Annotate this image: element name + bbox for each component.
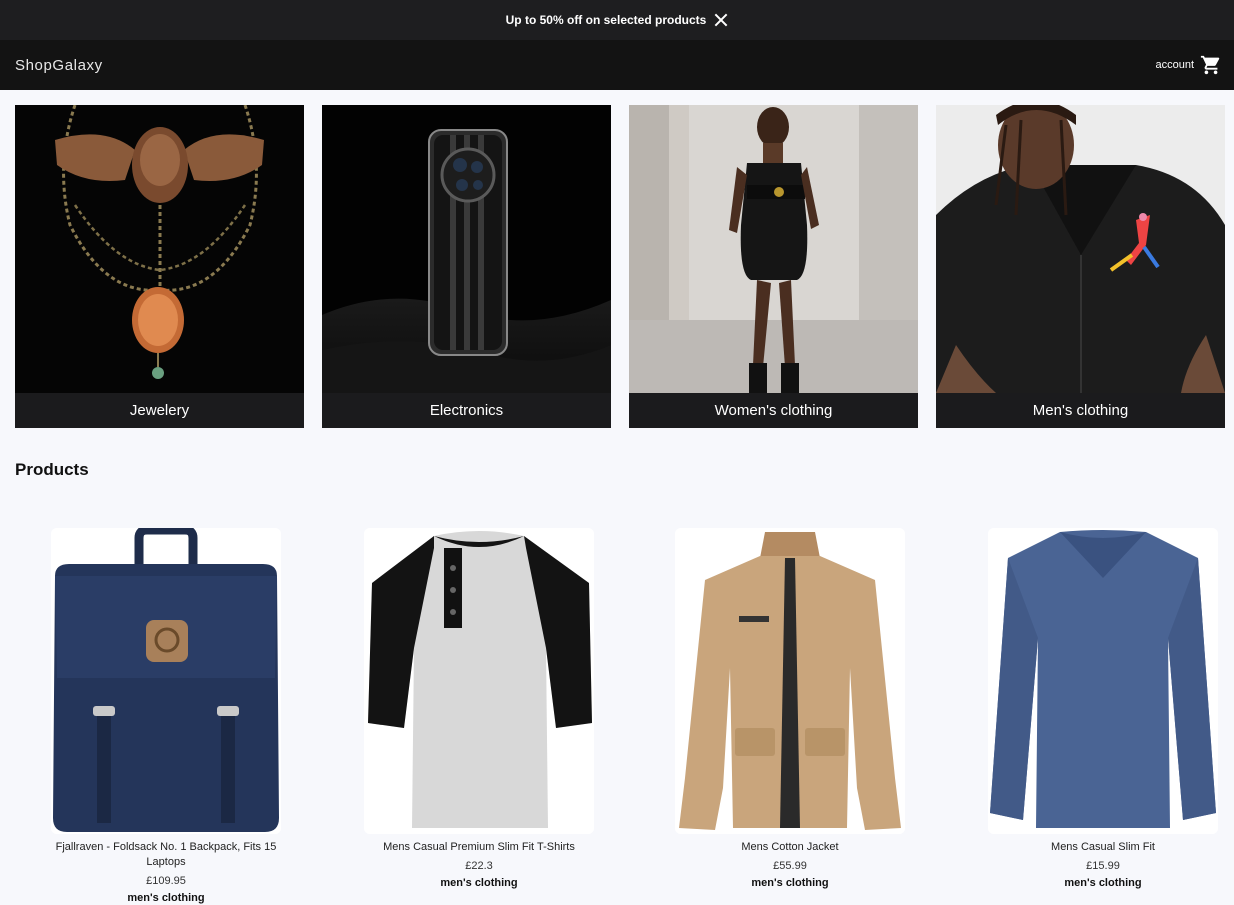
product-card[interactable]: Mens Casual Slim Fit £15.99 men's clothi… bbox=[988, 528, 1218, 889]
jewelery-image bbox=[15, 105, 304, 393]
product-price: £15.99 bbox=[1086, 860, 1120, 872]
longsleeve-image bbox=[988, 528, 1218, 834]
products-heading: Products bbox=[15, 460, 89, 479]
product-category: men's clothing bbox=[127, 892, 205, 904]
header-actions: account bbox=[1155, 54, 1222, 76]
category-card-mens-clothing[interactable]: Men's clothing bbox=[936, 105, 1225, 428]
product-title: Mens Cotton Jacket bbox=[741, 841, 839, 853]
promo-banner: Up to 50% off on selected products bbox=[0, 0, 1234, 40]
category-card-womens-clothing[interactable]: Women's clothing bbox=[629, 105, 918, 428]
close-icon[interactable] bbox=[714, 13, 728, 27]
electronics-image bbox=[322, 105, 611, 393]
backpack-image bbox=[51, 528, 281, 834]
site-logo[interactable]: ShopGalaxy bbox=[15, 57, 103, 74]
category-label: Women's clothing bbox=[629, 393, 918, 428]
category-grid: Jewelery Electronics Women's clothing Me… bbox=[15, 105, 1225, 428]
category-label: Electronics bbox=[322, 393, 611, 428]
womens-clothing-image bbox=[629, 105, 918, 393]
product-category: men's clothing bbox=[1064, 877, 1142, 889]
product-category: men's clothing bbox=[440, 877, 518, 889]
promo-text: Up to 50% off on selected products bbox=[505, 13, 707, 27]
product-price: £55.99 bbox=[773, 860, 807, 872]
tshirt-image bbox=[364, 528, 594, 834]
category-label: Men's clothing bbox=[936, 393, 1225, 428]
jacket-image bbox=[675, 528, 905, 834]
category-label: Jewelery bbox=[15, 393, 304, 428]
mens-clothing-image bbox=[936, 105, 1225, 393]
product-category: men's clothing bbox=[751, 877, 829, 889]
product-card[interactable]: Mens Casual Premium Slim Fit T-Shirts £2… bbox=[364, 528, 594, 889]
product-title: Mens Casual Slim Fit bbox=[1051, 841, 1155, 853]
product-card[interactable]: Mens Cotton Jacket £55.99 men's clothing bbox=[675, 528, 905, 889]
product-title: Mens Casual Premium Slim Fit T-Shirts bbox=[383, 841, 575, 853]
product-card[interactable]: Fjallraven - Foldsack No. 1 Backpack, Fi… bbox=[51, 528, 281, 904]
site-header: ShopGalaxy account bbox=[0, 40, 1234, 90]
product-price: £109.95 bbox=[146, 875, 186, 887]
account-link[interactable]: account bbox=[1155, 59, 1194, 71]
category-card-jewelery[interactable]: Jewelery bbox=[15, 105, 304, 428]
category-card-electronics[interactable]: Electronics bbox=[322, 105, 611, 428]
shopping-cart-icon[interactable] bbox=[1200, 54, 1222, 76]
product-title: Fjallraven - Foldsack No. 1 Backpack, Fi… bbox=[55, 841, 277, 868]
product-price: £22.3 bbox=[465, 860, 493, 872]
